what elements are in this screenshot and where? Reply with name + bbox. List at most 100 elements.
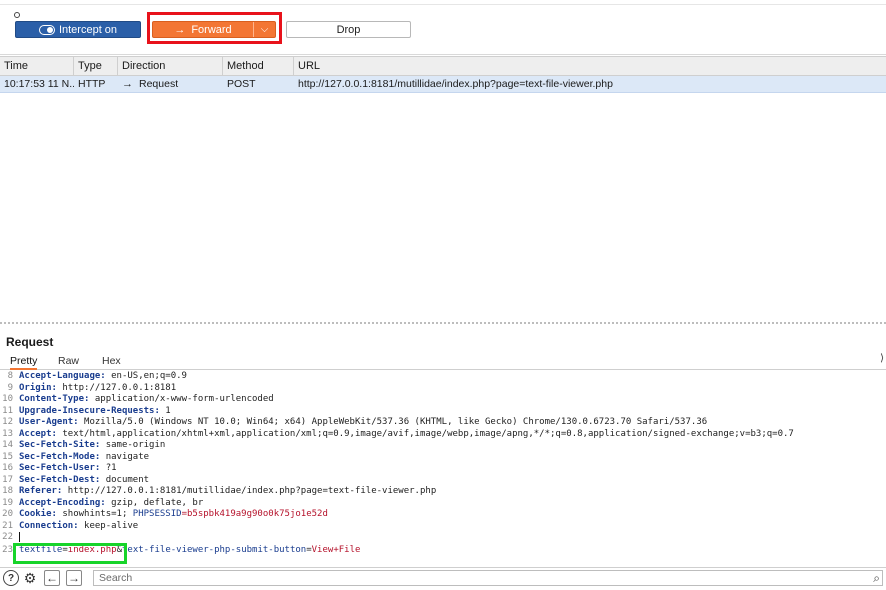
gear-icon[interactable]: ⚙ — [22, 570, 38, 586]
panel-resize-handle[interactable] — [0, 322, 886, 324]
column-header-url[interactable]: URL — [294, 57, 886, 75]
request-tabs: Pretty Raw Hex — [0, 352, 886, 370]
cell-url: http://127.0.0.1:8181/mutillidae/index.p… — [298, 78, 613, 90]
intercept-toggle-button[interactable]: Intercept on — [15, 21, 141, 38]
header-name: Accept: — [19, 428, 57, 439]
code-line: 16 Sec-Fetch-User: ?1 — [0, 463, 886, 474]
header-name: Connection: — [19, 520, 79, 531]
header-value: gzip, deflate, br — [105, 497, 204, 508]
drop-button[interactable]: Drop — [286, 21, 411, 38]
header-value: text/html,application/xhtml+xml,applicat… — [56, 428, 794, 439]
header-name: Origin: — [19, 382, 57, 393]
code-line-body: 23 textfile=index.php&text-file-viewer-ph… — [0, 545, 886, 556]
header-name: Cookie: — [19, 509, 57, 519]
code-line: 21 Connection: keep-alive — [0, 521, 886, 532]
request-panel-title: Request — [6, 335, 54, 349]
header-value: en-US,en;q=0.9 — [105, 371, 187, 381]
header-name: Referer: — [19, 486, 63, 496]
code-line: 22 — [0, 532, 886, 543]
text-cursor — [19, 532, 20, 542]
arrow-right-icon: → — [122, 78, 133, 90]
line-number: 11 — [2, 405, 13, 416]
drop-label: Drop — [336, 23, 361, 36]
code-line: 15 Sec-Fetch-Mode: navigate — [0, 452, 886, 463]
tab-hex[interactable]: Hex — [102, 355, 121, 367]
line-number: 8 — [7, 371, 13, 381]
cell-direction: → Request — [118, 76, 223, 92]
column-header-direction[interactable]: Direction — [118, 57, 223, 75]
line-number: 22 — [2, 532, 13, 542]
tab-raw[interactable]: Raw — [58, 355, 79, 367]
top-strip — [0, 0, 886, 5]
header-name: Accept-Language: — [19, 371, 106, 381]
line-number: 9 — [7, 382, 13, 393]
column-header-type[interactable]: Type — [74, 57, 118, 75]
header-name: Accept-Encoding: — [19, 497, 106, 508]
cookie-value: =b5spbk419a9g90o0k75jo1e52d — [181, 509, 328, 519]
header-name: Sec-Fetch-Dest: — [19, 474, 101, 485]
header-value: http://127.0.0.1:8181 — [56, 382, 177, 393]
forward-highlight-box — [147, 12, 282, 44]
line-number: 12 — [2, 417, 13, 427]
header-value: same-origin — [100, 440, 166, 450]
header-value: showhints=1; — [56, 509, 133, 519]
cell-time: 10:17:53 11 N... — [4, 78, 74, 90]
header-value: keep-alive — [78, 520, 139, 531]
header-name: User-Agent: — [19, 417, 79, 427]
toggle-icon — [38, 24, 55, 35]
header-value: application/x-www-form-urlencoded — [89, 394, 274, 404]
tab-pretty[interactable]: Pretty — [10, 355, 38, 370]
line-number: 15 — [2, 451, 13, 462]
search-input[interactable] — [93, 570, 883, 586]
search-icon[interactable]: ⌕ — [873, 571, 880, 586]
table-row[interactable]: 10:17:53 11 N... HTTP → Request POST htt… — [0, 76, 886, 93]
code-line: 8 Accept-Language: en-US,en;q=0.9 — [0, 371, 886, 382]
line-number: 18 — [2, 486, 13, 496]
code-line: 11 Upgrade-Insecure-Requests: 1 — [0, 406, 886, 417]
header-name: Sec-Fetch-User: — [19, 463, 101, 473]
intercept-label: Intercept on — [58, 23, 118, 36]
direction-text: Request — [139, 78, 179, 90]
code-line: 14 Sec-Fetch-Site: same-origin — [0, 440, 886, 451]
options-icon[interactable]: ⟩ — [880, 353, 884, 364]
header-name: Sec-Fetch-Site: — [19, 440, 101, 450]
code-line: 12 User-Agent: Mozilla/5.0 (Windows NT 10… — [0, 417, 886, 428]
arrow-right-icon[interactable]: → — [66, 570, 82, 586]
line-number: 17 — [2, 474, 13, 485]
line-number: 14 — [2, 440, 13, 450]
line-number: 23 — [2, 545, 13, 555]
status-dot-icon — [14, 12, 20, 18]
bottom-toolbar: ? ⚙ ← → ⌕ — [0, 567, 886, 590]
table-header: Time Type Direction Method URL — [0, 56, 886, 76]
code-line: 20 Cookie: showhints=1; PHPSESSID=b5spbk4… — [0, 509, 886, 520]
code-line: 10 Content-Type: application/x-www-form-u… — [0, 394, 886, 405]
cell-type: HTTP — [78, 78, 106, 90]
column-header-method[interactable]: Method — [223, 57, 294, 75]
help-icon[interactable]: ? — [3, 570, 19, 586]
header-value: navigate — [100, 451, 150, 462]
header-value: 1 — [159, 405, 171, 416]
request-editor[interactable]: 8 Accept-Language: en-US,en;q=0.9 9 Origin… — [0, 371, 886, 559]
line-number: 21 — [2, 520, 13, 531]
param-highlight-box — [13, 543, 127, 564]
line-number: 16 — [2, 463, 13, 473]
code-line: 19 Accept-Encoding: gzip, deflate, br — [0, 498, 886, 509]
arrow-left-icon[interactable]: ← — [44, 570, 60, 586]
header-value: ?1 — [100, 463, 117, 473]
line-number: 20 — [2, 509, 13, 519]
header-value: Mozilla/5.0 (Windows NT 10.0; Win64; x64… — [78, 417, 708, 427]
param-name-submit: text-file-viewer-php-submit-button — [121, 545, 307, 555]
line-number: 10 — [2, 394, 13, 404]
line-number: 19 — [2, 497, 13, 508]
header-name: Sec-Fetch-Mode: — [19, 451, 101, 462]
toolbar-divider — [0, 54, 886, 55]
cookie-name: PHPSESSID — [132, 509, 182, 519]
line-number: 13 — [2, 428, 13, 439]
header-value: http://127.0.0.1:8181/mutillidae/index.p… — [62, 486, 437, 496]
code-line: 17 Sec-Fetch-Dest: document — [0, 475, 886, 486]
header-name: Content-Type: — [19, 394, 90, 404]
column-header-time[interactable]: Time — [0, 57, 74, 75]
param-value-submit: View+File — [311, 545, 361, 555]
code-line: 18 Referer: http://127.0.0.1:8181/mutilli… — [0, 486, 886, 497]
cell-method: POST — [227, 78, 256, 90]
